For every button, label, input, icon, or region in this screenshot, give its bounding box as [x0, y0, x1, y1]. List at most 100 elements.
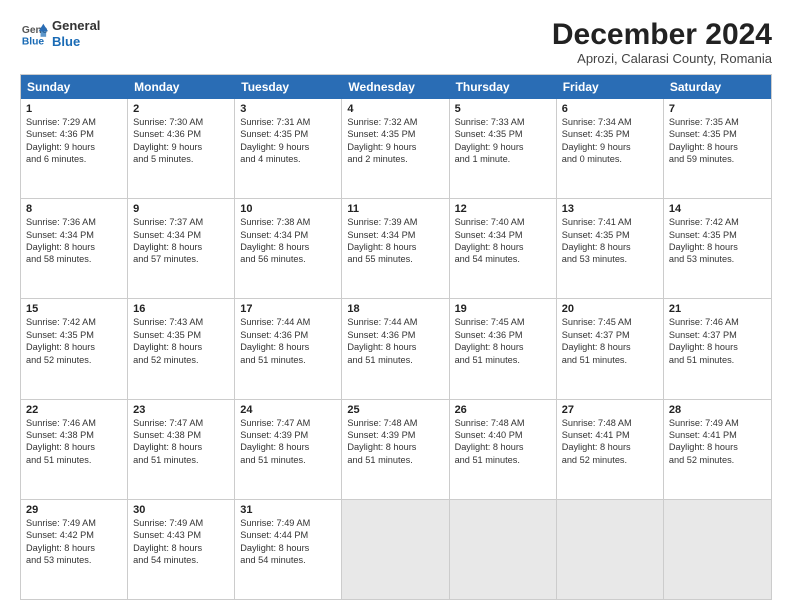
sunrise-time: Sunrise: 7:49 AM: [240, 517, 336, 529]
day-number: 4: [347, 103, 443, 115]
daylight-line1: Daylight: 9 hours: [562, 141, 658, 153]
sunrise-time: Sunrise: 7:46 AM: [26, 417, 122, 429]
title-section: December 2024 Aprozi, Calarasi County, R…: [552, 18, 772, 66]
sunrise-time: Sunrise: 7:49 AM: [133, 517, 229, 529]
sunset-time: Sunset: 4:35 PM: [562, 229, 658, 241]
daylight-line1: Daylight: 8 hours: [240, 441, 336, 453]
sunset-time: Sunset: 4:42 PM: [26, 529, 122, 541]
daylight-line2: and 52 minutes.: [562, 454, 658, 466]
sunset-time: Sunset: 4:36 PM: [240, 329, 336, 341]
day-cell-4: 4Sunrise: 7:32 AMSunset: 4:35 PMDaylight…: [342, 99, 449, 198]
sunrise-time: Sunrise: 7:33 AM: [455, 116, 551, 128]
calendar-week-4: 22Sunrise: 7:46 AM Sunset: 4:38 PM Dayligh…: [21, 400, 771, 500]
day-number: 30: [133, 504, 229, 516]
daylight-line2: and 51 minutes.: [133, 454, 229, 466]
calendar-week-1: 1Sunrise: 7:29 AMSunset: 4:36 PMDaylight…: [21, 99, 771, 199]
empty-cell: [342, 500, 449, 599]
day-cell-3: 3Sunrise: 7:31 AMSunset: 4:35 PMDaylight…: [235, 99, 342, 198]
day-cell-1: 1Sunrise: 7:29 AMSunset: 4:36 PMDaylight…: [21, 99, 128, 198]
day-number: 26: [455, 404, 551, 416]
sunrise-time: Sunrise: 7:47 AM: [240, 417, 336, 429]
day-cell-15: 15Sunrise: 7:42 AMSunset: 4:35 PMDayligh…: [21, 299, 128, 398]
header-wednesday: Wednesday: [342, 75, 449, 99]
daylight-line1: Daylight: 9 hours: [240, 141, 336, 153]
day-cell-14: 14Sunrise: 7:42 AMSunset: 4:35 PMDayligh…: [664, 199, 771, 298]
daylight-line1: Daylight: 8 hours: [669, 341, 766, 353]
day-number: 13: [562, 203, 658, 215]
daylight-line2: and 4 minutes.: [240, 153, 336, 165]
daylight-line1: Daylight: 8 hours: [562, 441, 658, 453]
header: General Blue General Blue December 2024 …: [20, 18, 772, 66]
logo: General Blue General Blue: [20, 18, 100, 49]
day-cell-5: 5Sunrise: 7:33 AMSunset: 4:35 PMDaylight…: [450, 99, 557, 198]
daylight-line1: Daylight: 8 hours: [133, 341, 229, 353]
sunset-time: Sunset: 4:36 PM: [133, 128, 229, 140]
sunrise-time: Sunrise: 7:30 AM: [133, 116, 229, 128]
sunrise-time: Sunrise: 7:46 AM: [669, 316, 766, 328]
day-cell-31: 31Sunrise: 7:49 AMSunset: 4:44 PMDayligh…: [235, 500, 342, 599]
sunset-time: Sunset: 4:35 PM: [240, 128, 336, 140]
sunrise-time: Sunrise: 7:34 AM: [562, 116, 658, 128]
day-cell-21: 21Sunrise: 7:46 AMSunset: 4:37 PMDayligh…: [664, 299, 771, 398]
day-number: 8: [26, 203, 122, 215]
sunrise-time: Sunrise: 7:32 AM: [347, 116, 443, 128]
sunrise-time: Sunrise: 7:41 AM: [562, 216, 658, 228]
daylight-line1: Daylight: 8 hours: [26, 542, 122, 554]
day-number: 6: [562, 103, 658, 115]
daylight-line2: and 53 minutes.: [669, 253, 766, 265]
sunset-time: Sunset: 4:44 PM: [240, 529, 336, 541]
calendar-week-5: 29Sunrise: 7:49 AMSunset: 4:42 PMDayligh…: [21, 500, 771, 599]
daylight-line2: and 51 minutes.: [347, 354, 443, 366]
location: Aprozi, Calarasi County, Romania: [552, 51, 772, 66]
day-number: 19: [455, 303, 551, 315]
sunset-time: Sunset: 4:40 PM: [455, 429, 551, 441]
daylight-line1: Daylight: 8 hours: [26, 341, 122, 353]
daylight-line1: Daylight: 8 hours: [26, 241, 122, 253]
daylight-line2: and 1 minute.: [455, 153, 551, 165]
day-cell-19: 19Sunrise: 7:45 AMSunset: 4:36 PMDayligh…: [450, 299, 557, 398]
logo-line2: Blue: [52, 34, 80, 49]
day-cell-17: 17Sunrise: 7:44 AMSunset: 4:36 PMDayligh…: [235, 299, 342, 398]
daylight-line2: and 51 minutes.: [455, 354, 551, 366]
day-number: 31: [240, 504, 336, 516]
header-friday: Friday: [557, 75, 664, 99]
daylight-line1: Daylight: 8 hours: [347, 441, 443, 453]
daylight-line2: and 51 minutes.: [240, 354, 336, 366]
daylight-line1: Daylight: 8 hours: [669, 241, 766, 253]
daylight-line1: Daylight: 8 hours: [669, 141, 766, 153]
daylight-line2: and 53 minutes.: [26, 554, 122, 566]
day-cell-2: 2Sunrise: 7:30 AMSunset: 4:36 PMDaylight…: [128, 99, 235, 198]
daylight-line2: and 5 minutes.: [133, 153, 229, 165]
sunrise-time: Sunrise: 7:49 AM: [26, 517, 122, 529]
sunset-time: Sunset: 4:37 PM: [669, 329, 766, 341]
day-number: 23: [133, 404, 229, 416]
day-cell-12: 12Sunrise: 7:40 AMSunset: 4:34 PMDayligh…: [450, 199, 557, 298]
daylight-line1: Daylight: 8 hours: [133, 241, 229, 253]
day-cell-24: 24Sunrise: 7:47 AMSunset: 4:39 PMDayligh…: [235, 400, 342, 499]
daylight-line1: Daylight: 8 hours: [455, 441, 551, 453]
sunrise-time: Sunrise: 7:35 AM: [669, 116, 766, 128]
sunrise-time: Sunrise: 7:40 AM: [455, 216, 551, 228]
day-cell-6: 6Sunrise: 7:34 AMSunset: 4:35 PMDaylight…: [557, 99, 664, 198]
daylight-line2: and 51 minutes.: [26, 454, 122, 466]
day-cell-10: 10Sunrise: 7:38 AMSunset: 4:34 PMDayligh…: [235, 199, 342, 298]
day-number: 15: [26, 303, 122, 315]
day-number: 3: [240, 103, 336, 115]
daylight-line2: and 58 minutes.: [26, 253, 122, 265]
day-number: 10: [240, 203, 336, 215]
daylight-line2: and 57 minutes.: [133, 253, 229, 265]
day-cell-8: 8Sunrise: 7:36 AMSunset: 4:34 PMDaylight…: [21, 199, 128, 298]
day-number: 5: [455, 103, 551, 115]
day-number: 22: [26, 404, 122, 416]
day-number: 17: [240, 303, 336, 315]
daylight-line2: and 51 minutes.: [347, 454, 443, 466]
day-cell-9: 9Sunrise: 7:37 AMSunset: 4:34 PMDaylight…: [128, 199, 235, 298]
sunset-time: Sunset: 4:38 PM: [133, 429, 229, 441]
sunset-time: Sunset: 4:35 PM: [347, 128, 443, 140]
day-cell-23: 23Sunrise: 7:47 AMSunset: 4:38 PMDayligh…: [128, 400, 235, 499]
day-number: 25: [347, 404, 443, 416]
daylight-line2: and 51 minutes.: [455, 454, 551, 466]
daylight-line1: Daylight: 8 hours: [133, 542, 229, 554]
calendar-week-3: 15Sunrise: 7:42 AMSunset: 4:35 PMDayligh…: [21, 299, 771, 399]
header-saturday: Saturday: [664, 75, 771, 99]
